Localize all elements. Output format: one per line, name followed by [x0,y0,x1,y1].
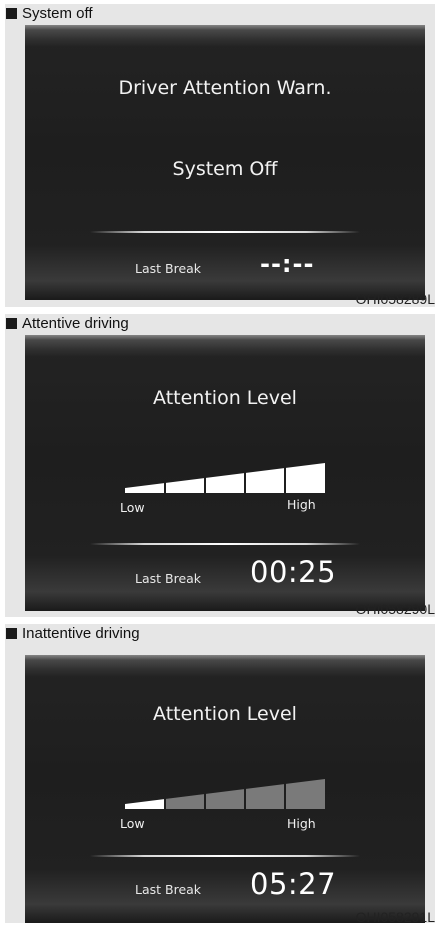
attention-meter-svg [125,463,325,493]
divider-line [90,855,360,857]
meter-segment-5 [286,463,325,493]
panel-system-off: System off Driver Attention Warn. System… [5,4,435,307]
figure-code: OHI058289L [355,291,435,307]
caption-text: System off [22,5,93,22]
cluster-display: Attention Level Low High Last Break 05:2… [25,655,425,923]
caption-system-off: System off [6,4,93,24]
meter-high-label: High [287,816,316,831]
last-break-value: --:-- [260,250,315,278]
meter-low-label: Low [120,816,145,831]
meter-segment-3 [206,789,244,809]
attention-level-meter [125,779,325,809]
system-status: System Off [172,158,278,180]
cluster-display: Driver Attention Warn. System Off Last B… [25,25,425,300]
meter-segment-1 [125,799,164,809]
display-title: Attention Level [153,703,297,725]
meter-segment-3 [206,473,244,493]
display-title: Attention Level [153,387,297,409]
last-break-label: Last Break [135,261,202,276]
square-bullet-icon [6,8,17,19]
meter-segment-4 [246,468,284,493]
figure-code: OHI058290L [355,601,435,617]
caption-attentive-driving: Attentive driving [6,314,129,334]
meter-segment-1 [125,483,164,493]
attention-level-meter [125,463,325,493]
last-break-label: Last Break [135,571,202,586]
meter-segment-2 [166,478,204,493]
meter-low-label: Low [120,500,145,515]
attention-meter-svg [125,779,325,809]
display-title: Driver Attention Warn. [118,77,332,99]
last-break-value: 00:25 [250,555,337,589]
divider-line [90,231,360,233]
square-bullet-icon [6,318,17,329]
caption-text: Inattentive driving [22,625,140,642]
cluster-display: Attention Level Low High Last Break 00:2… [25,335,425,611]
last-break-label: Last Break [135,882,202,897]
figure-code: OHI058291L [355,909,435,925]
meter-high-label: High [287,497,316,512]
meter-segment-2 [166,794,204,809]
caption-text: Attentive driving [22,315,129,332]
divider-line [90,543,360,545]
caption-inattentive-driving: Inattentive driving [6,624,140,644]
panel-inattentive-driving: Inattentive driving Attention Level Low … [5,624,435,925]
meter-segment-5 [286,779,325,809]
square-bullet-icon [6,628,17,639]
panel-attentive-driving: Attentive driving Attention Level Low Hi… [5,314,435,617]
last-break-value: 05:27 [250,867,337,901]
meter-segment-4 [246,784,284,809]
